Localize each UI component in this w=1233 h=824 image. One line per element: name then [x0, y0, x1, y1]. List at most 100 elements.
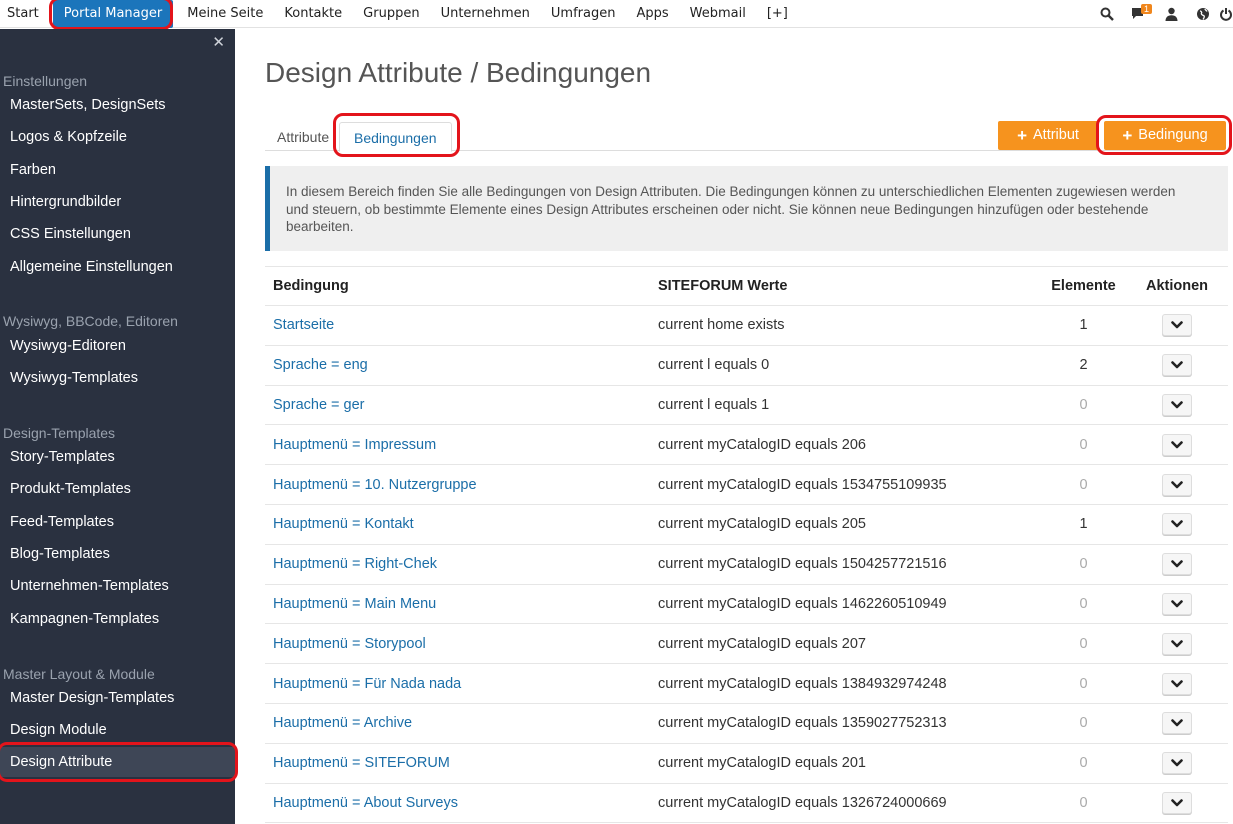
actions-cell	[1148, 704, 1206, 743]
sidebar-item-produkt-templates[interactable]: Produkt-Templates	[0, 474, 235, 504]
actions-dropdown-button[interactable]	[1162, 712, 1192, 735]
table-row: Hauptmenü = 10. Nutzergruppe current myCa…	[265, 465, 1228, 505]
condition-value: current myCatalogID equals 207	[658, 635, 866, 652]
sidebar-item-blog-templates[interactable]: Blog-Templates	[0, 539, 235, 569]
chevron-down-icon	[1171, 560, 1183, 568]
actions-cell	[1148, 585, 1206, 624]
condition-name-link[interactable]: Hauptmenü = Impressum	[273, 425, 436, 464]
element-count: 0	[1079, 556, 1088, 573]
actions-dropdown-button[interactable]	[1162, 752, 1192, 775]
sidebar-item-feed-templates[interactable]: Feed-Templates	[0, 507, 235, 537]
sidebar-section-title: Master Layout & Module	[3, 666, 155, 682]
element-count: 0	[1079, 476, 1088, 493]
table-row: Hauptmenü = Main Menu current myCatalogID…	[265, 585, 1228, 625]
actions-cell	[1148, 744, 1206, 783]
notification-badge: 1	[1141, 4, 1153, 14]
topnav-item-gruppen[interactable]: Gruppen	[353, 0, 430, 28]
actions-cell	[1148, 465, 1206, 504]
condition-name-link[interactable]: Hauptmenü = Archive	[273, 704, 412, 743]
conditions-table: Bedingung SITEFORUM Werte Elemente Aktio…	[265, 266, 1228, 824]
add-attribute-button[interactable]: + Attribut	[998, 121, 1098, 150]
tab-attribute[interactable]: Attribute	[277, 122, 329, 152]
topnav-item-unternehmen[interactable]: Unternehmen	[430, 0, 540, 28]
condition-value: current myCatalogID equals 1462260510949	[658, 595, 947, 612]
actions-dropdown-button[interactable]	[1162, 672, 1192, 695]
header-siteforum-werte: SITEFORUM Werte	[658, 278, 788, 294]
element-count: 0	[1079, 755, 1088, 772]
condition-name-link[interactable]: Hauptmenü = Kontakt	[273, 505, 414, 544]
condition-name-link[interactable]: Sprache = eng	[273, 346, 368, 385]
actions-cell	[1148, 784, 1206, 823]
topnav-item-start[interactable]: Start	[0, 0, 49, 28]
actions-dropdown-button[interactable]	[1162, 433, 1192, 456]
topnav-item-apps[interactable]: Apps	[626, 0, 679, 28]
chevron-down-icon	[1171, 799, 1183, 807]
sidebar-close-icon[interactable]: ✕	[212, 33, 225, 51]
actions-dropdown-button[interactable]	[1162, 553, 1192, 576]
table-row: Sprache = eng current l equals 0 2	[265, 346, 1228, 386]
chevron-down-icon	[1171, 719, 1183, 727]
condition-name-link[interactable]: Hauptmenü = SITEFORUM	[273, 744, 450, 783]
sidebar-item-design-attribute[interactable]: Design Attribute	[0, 747, 235, 777]
user-icon[interactable]	[1155, 0, 1187, 28]
condition-value: current myCatalogID equals 1359027752313	[658, 715, 947, 732]
table-row: Hauptmenü = Kontakt current myCatalogID e…	[265, 505, 1228, 545]
sidebar-item-farben[interactable]: Farben	[0, 155, 235, 185]
top-navigation-bar: Start Portal Manager Meine Seite Kontakte Gr…	[0, 0, 1233, 28]
sidebar-item-css-einstellungen[interactable]: CSS Einstellungen	[0, 219, 235, 249]
topnav-item-portal-manager[interactable]: Portal Manager	[53, 0, 173, 28]
condition-name-link[interactable]: Hauptmenü = Right-Chek	[273, 545, 437, 584]
power-icon[interactable]	[1219, 0, 1233, 28]
sidebar-item-mastersets-designsets[interactable]: MasterSets, DesignSets	[0, 90, 235, 120]
actions-dropdown-button[interactable]	[1162, 354, 1192, 377]
sidebar-item-wysiwyg-editoren[interactable]: Wysiwyg-Editoren	[0, 331, 235, 361]
actions-dropdown-button[interactable]	[1162, 632, 1192, 655]
condition-name-link[interactable]: Hauptmenü = Für Nada nada	[273, 664, 461, 703]
condition-name-link[interactable]: Hauptmenü = 10. Nutzergruppe	[273, 465, 477, 504]
actions-dropdown-button[interactable]	[1162, 592, 1192, 615]
actions-dropdown-button[interactable]	[1162, 791, 1192, 814]
topnav-item-add[interactable]: [+]	[756, 0, 798, 28]
topnav-item-webmail[interactable]: Webmail	[679, 0, 756, 28]
search-icon[interactable]	[1091, 0, 1123, 28]
actions-dropdown-button[interactable]	[1162, 513, 1192, 536]
sidebar-item-wysiwyg-templates[interactable]: Wysiwyg-Templates	[0, 363, 235, 393]
sidebar-item-hintergrundbilder[interactable]: Hintergrundbilder	[0, 187, 235, 217]
actions-cell	[1148, 306, 1206, 345]
sidebar-section-title: Wysiwyg, BBCode, Editoren	[3, 313, 178, 329]
actions-dropdown-button[interactable]	[1162, 393, 1192, 416]
sidebar-item-design-module[interactable]: Design Module	[0, 715, 235, 745]
page-title: Design Attribute / Bedingungen	[265, 57, 652, 88]
condition-name-link[interactable]: Hauptmenü = Main Menu	[273, 585, 436, 624]
sidebar-item-master-design-templates[interactable]: Master Design-Templates	[0, 683, 235, 713]
table-row: Startseite current home exists 1	[265, 306, 1228, 346]
topnav-item-umfragen[interactable]: Umfragen	[540, 0, 626, 28]
chevron-down-icon	[1171, 759, 1183, 767]
condition-name-link[interactable]: Sprache = ger	[273, 386, 365, 425]
condition-value: current myCatalogID equals 201	[658, 755, 866, 772]
chevron-down-icon	[1171, 440, 1183, 449]
condition-name-link[interactable]: Hauptmenü = About Surveys	[273, 784, 458, 823]
chevron-down-icon	[1171, 401, 1183, 409]
actions-dropdown-button[interactable]	[1162, 314, 1192, 337]
condition-value: current l equals 0	[658, 357, 770, 374]
element-count: 0	[1079, 396, 1088, 413]
actions-dropdown-button[interactable]	[1162, 473, 1192, 496]
chat-icon[interactable]: 1	[1123, 0, 1155, 28]
sidebar-item-kampagnen-templates[interactable]: Kampagnen-Templates	[0, 604, 235, 634]
topnav-item-kontakte[interactable]: Kontakte	[274, 0, 353, 28]
sidebar-item-unternehmen-templates[interactable]: Unternehmen-Templates	[0, 571, 235, 601]
globe-icon[interactable]	[1187, 0, 1219, 28]
sidebar-item-logos-kopfzeile[interactable]: Logos & Kopfzeile	[0, 122, 235, 152]
condition-name-link[interactable]: Hauptmenü = Storypool	[273, 624, 426, 663]
tab-bedingungen[interactable]: Bedingungen	[339, 122, 452, 152]
topnav-item-meine-seite[interactable]: Meine Seite	[177, 0, 274, 28]
condition-value: current myCatalogID equals 1534755109935	[658, 476, 947, 493]
sidebar-item-story-templates[interactable]: Story-Templates	[0, 442, 235, 472]
sidebar-item-allgemeine-einstellungen[interactable]: Allgemeine Einstellungen	[0, 252, 235, 282]
add-condition-button[interactable]: + Bedingung	[1104, 121, 1226, 150]
header-elemente: Elemente	[1051, 278, 1116, 294]
condition-name-link[interactable]: Startseite	[273, 306, 334, 345]
plus-icon: +	[1122, 126, 1133, 145]
info-box: In diesem Bereich finden Sie alle Beding…	[265, 166, 1228, 251]
